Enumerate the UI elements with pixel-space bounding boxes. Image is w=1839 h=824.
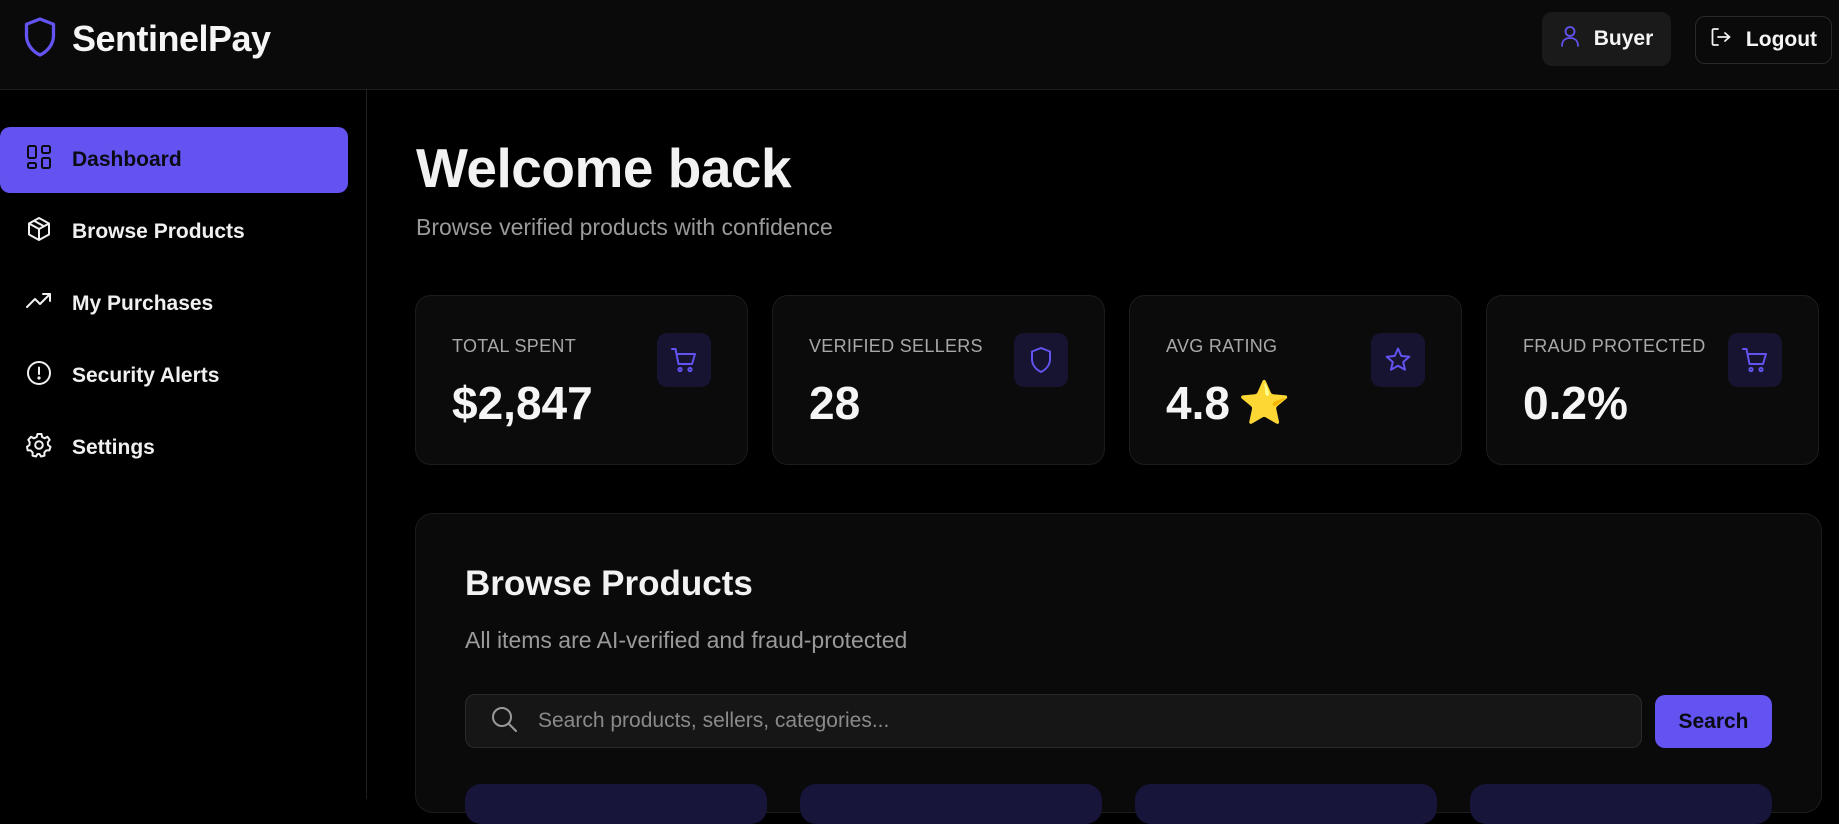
stat-value: 28	[809, 376, 860, 430]
sidebar-item-label: Settings	[72, 436, 155, 459]
logout-icon	[1710, 26, 1732, 54]
app-name: SentinelPay	[72, 18, 271, 59]
sidebar-item-settings[interactable]: Settings	[0, 415, 348, 481]
alert-circle-icon	[26, 360, 52, 392]
stat-card-total-spent: TOTAL SPENT $2,847	[415, 295, 748, 465]
stat-label: TOTAL SPENT	[452, 336, 576, 356]
browse-products-panel: Browse Products All items are AI-verifie…	[415, 513, 1822, 824]
sidebar-item-my-purchases[interactable]: My Purchases	[0, 271, 348, 337]
star-emoji: ⭐	[1237, 378, 1291, 426]
search-box	[465, 694, 1642, 748]
page-title: Welcome back	[416, 137, 792, 199]
stat-value: 4.8 ⭐	[1166, 376, 1290, 430]
stat-value: $2,847	[452, 376, 593, 430]
product-card[interactable]	[1135, 784, 1437, 824]
stat-value-text: 28	[809, 377, 861, 429]
sidebar-item-dashboard[interactable]: Dashboard	[0, 127, 348, 193]
shield-icon	[1014, 333, 1068, 387]
shield-logo-icon	[22, 16, 58, 63]
gear-icon	[26, 432, 52, 464]
cart-icon	[657, 333, 711, 387]
page-subtitle: Browse verified products with confidence	[416, 214, 833, 240]
stat-card-fraud-protected: FRAUD PROTECTED 0.2%	[1486, 295, 1819, 465]
cart-icon	[1728, 333, 1782, 387]
sidebar-item-label: Browse Products	[72, 220, 245, 243]
sidebar: Dashboard Browse Products My Purchases S…	[0, 90, 367, 799]
sidebar-item-security-alerts[interactable]: Security Alerts	[0, 343, 348, 409]
panel-title: Browse Products	[465, 564, 753, 603]
top-bar: SentinelPay Buyer Logout	[0, 0, 1839, 90]
trending-up-icon	[26, 288, 52, 320]
stat-label: AVG RATING	[1166, 336, 1278, 356]
sidebar-item-browse-products[interactable]: Browse Products	[0, 199, 348, 265]
stat-label: VERIFIED SELLERS	[809, 336, 983, 356]
sidebar-item-label: Dashboard	[72, 148, 182, 171]
stat-value-text: 0.2%	[1523, 377, 1628, 429]
sidebar-item-label: My Purchases	[72, 292, 214, 315]
dashboard-icon	[26, 144, 52, 176]
stat-value-text: $2,847	[452, 377, 593, 429]
stat-card-avg-rating: AVG RATING 4.8 ⭐	[1129, 295, 1462, 465]
search-input[interactable]	[538, 709, 1618, 733]
product-card[interactable]	[1470, 784, 1772, 824]
logout-label: Logout	[1745, 28, 1818, 51]
user-icon	[1560, 25, 1580, 53]
role-label: Buyer	[1593, 27, 1654, 50]
stat-card-verified-sellers: VERIFIED SELLERS 28	[772, 295, 1105, 465]
stat-label: FRAUD PROTECTED	[1523, 336, 1706, 356]
sidebar-item-label: Security Alerts	[72, 364, 220, 387]
logout-button[interactable]: Logout	[1695, 16, 1832, 64]
stat-value: 0.2%	[1523, 376, 1628, 430]
search-button[interactable]: Search	[1655, 695, 1772, 748]
star-icon	[1371, 333, 1425, 387]
stat-value-text: 4.8	[1166, 377, 1230, 429]
search-icon	[490, 705, 518, 738]
panel-subtitle: All items are AI-verified and fraud-prot…	[465, 627, 908, 653]
product-card[interactable]	[465, 784, 767, 824]
role-button[interactable]: Buyer	[1542, 12, 1671, 66]
package-icon	[26, 216, 52, 248]
product-card[interactable]	[800, 784, 1102, 824]
brand[interactable]: SentinelPay	[22, 16, 271, 62]
